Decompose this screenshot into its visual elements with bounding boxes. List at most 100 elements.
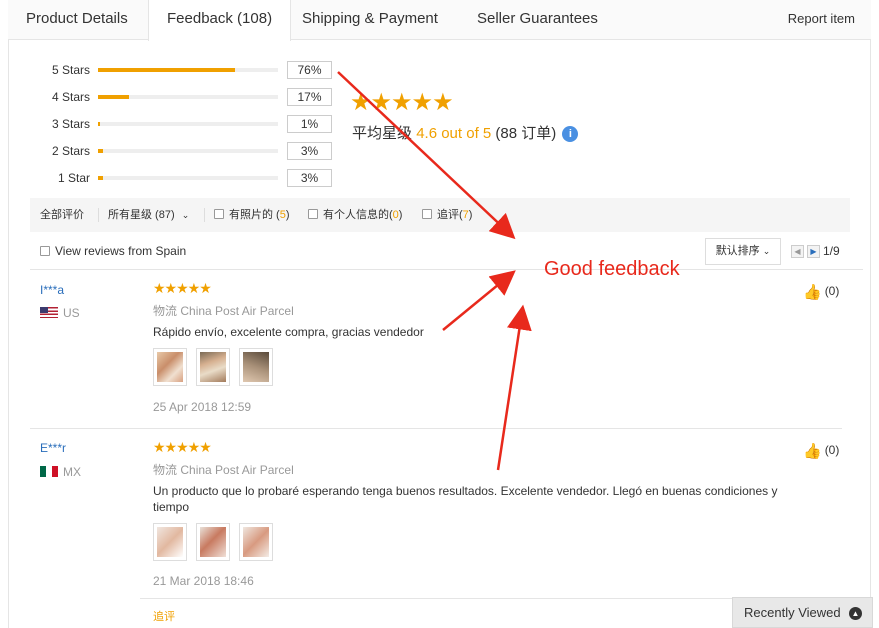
review-photo-thumbnail[interactable] (239, 348, 273, 386)
product-photo-image (157, 352, 183, 382)
average-rating-orders: (88 订单) (495, 125, 557, 142)
average-rating-stars-icon: ★★★★★ (350, 89, 454, 116)
follow-up-label: 追评 (153, 611, 175, 623)
filter-all-stars-dropdown[interactable]: 所有星级 (87) ⌄ (108, 198, 189, 232)
filter-personal-info[interactable]: 有个人信息的(0) (308, 198, 402, 232)
product-photo-image (200, 352, 226, 382)
reviewer-name[interactable]: E***r (40, 441, 66, 455)
filter-with-photos-count: 5 (279, 209, 286, 221)
helpful-button[interactable]: 👍 (0) (803, 442, 839, 460)
distribution-percent[interactable]: 3% (287, 142, 332, 160)
distribution-bar (98, 68, 278, 72)
logistics-value: China Post Air Parcel (180, 463, 294, 477)
checkbox[interactable] (308, 209, 318, 219)
sort-label: 默认排序 (715, 245, 760, 257)
distribution-bar (98, 122, 278, 126)
average-rating-label: 平均星级 (352, 125, 413, 142)
distribution-label: 3 Stars (51, 117, 90, 131)
review-text: Un producto que lo probaré esperando ten… (153, 484, 778, 514)
distribution-label: 2 Stars (51, 144, 90, 158)
average-rating-value: 4.6 out of 5 (416, 125, 492, 142)
divider (30, 269, 863, 270)
distribution-bar-fill (98, 176, 104, 180)
reviewer-country-code: MX (63, 465, 81, 479)
helpful-count: (0) (824, 284, 840, 298)
thumbs-up-icon: 👍 (803, 284, 822, 301)
filter-personal-info-count: 0 (392, 209, 399, 221)
pager-next-button[interactable]: ▶ (807, 245, 820, 258)
reviewer-country: MX (40, 465, 81, 479)
recently-viewed-label: Recently Viewed (744, 605, 841, 620)
filter-with-photos-label: 有照片的 (229, 209, 273, 221)
logistics-value: China Post Air Parcel (180, 304, 294, 318)
tab-shipping-payment[interactable]: Shipping & Payment (284, 0, 456, 40)
review-logistics: 物流 China Post Air Parcel (153, 461, 294, 478)
view-spain-option[interactable]: View reviews from Spain (40, 244, 186, 258)
review-stars-icon: ★★★★★ (153, 280, 212, 296)
distribution-bar-fill (98, 95, 129, 99)
helpful-button[interactable]: 👍 (0) (803, 283, 839, 301)
distribution-bar-fill (98, 68, 235, 72)
pager-text: 1/9 (823, 244, 840, 258)
distribution-label: 5 Stars (51, 63, 90, 77)
distribution-percent[interactable]: 3% (287, 169, 332, 187)
filter-with-photos[interactable]: 有照片的 (5) (214, 198, 290, 232)
divider (30, 428, 842, 429)
pager-prev-button[interactable]: ◀ (791, 245, 804, 258)
review-photo-thumbnail[interactable] (239, 523, 273, 561)
view-spain-label: View reviews from Spain (55, 244, 187, 258)
distribution-label: 1 Star (57, 171, 90, 185)
filter-personal-info-label: 有个人信息的 (323, 209, 389, 221)
divider (98, 208, 99, 222)
product-photo-image (157, 527, 183, 557)
distribution-bar (98, 95, 278, 99)
review-photo-thumbnail[interactable] (196, 348, 230, 386)
distribution-percent[interactable]: 76% (287, 61, 332, 79)
checkbox[interactable] (40, 246, 50, 256)
checkbox[interactable] (214, 209, 224, 219)
review-logistics: 物流 China Post Air Parcel (153, 302, 294, 319)
chevron-up-icon: ▲ (849, 607, 862, 620)
logistics-label: 物流 (153, 304, 178, 318)
checkbox[interactable] (422, 209, 432, 219)
filter-follow-up[interactable]: 追评(7) (422, 198, 472, 232)
chevron-down-icon: ⌄ (181, 210, 190, 220)
distribution-bar-fill (98, 122, 100, 126)
sort-dropdown[interactable]: 默认排序 ⌄ (705, 238, 781, 265)
filter-bar: 全部评价 所有星级 (87) ⌄ 有照片的 (5) 有个人信息的(0) 追评(7… (30, 198, 850, 232)
us-flag-icon (40, 307, 58, 318)
filter-follow-up-label: 追评 (437, 209, 459, 221)
recently-viewed-button[interactable]: Recently Viewed ▲ (732, 597, 873, 628)
tab-product-details[interactable]: Product Details (8, 0, 146, 40)
reviewer-country: US (40, 306, 80, 320)
filter-all-stars-label: 所有星级 (87) (108, 209, 175, 221)
review-date: 25 Apr 2018 12:59 (153, 400, 252, 414)
review-photo-thumbnail[interactable] (153, 348, 187, 386)
chevron-down-icon: ⌄ (762, 246, 771, 256)
logistics-label: 物流 (153, 463, 178, 477)
filter-all-reviews[interactable]: 全部评价 (40, 198, 84, 232)
review-text: Rápido envío, excelente compra, gracias … (153, 325, 424, 339)
info-icon[interactable]: i (562, 126, 579, 142)
product-photo-image (243, 527, 269, 557)
distribution-bar (98, 149, 278, 153)
review-date: 21 Mar 2018 18:46 (153, 574, 254, 588)
review-photo-thumbnail[interactable] (153, 523, 187, 561)
tab-bar: Product Details Feedback (108) Shipping … (8, 0, 871, 41)
mx-flag-icon (40, 466, 58, 477)
helpful-count: (0) (824, 443, 840, 457)
reviewer-name[interactable]: I***a (40, 283, 64, 297)
review-photo-thumbnail[interactable] (196, 523, 230, 561)
tab-feedback[interactable]: Feedback (108) (148, 0, 292, 41)
distribution-percent[interactable]: 1% (287, 115, 332, 133)
average-rating-line: 平均星级 4.6 out of 5 (88 订单) i (352, 122, 579, 143)
thumbs-up-icon: 👍 (803, 443, 822, 460)
distribution-label: 4 Stars (51, 90, 90, 104)
annotation-label: Good feedback (544, 258, 680, 280)
distribution-percent[interactable]: 17% (287, 88, 332, 106)
report-item-link[interactable]: Report item (788, 0, 855, 38)
reviewer-country-code: US (63, 306, 80, 320)
product-photo-image (243, 352, 269, 382)
tab-seller-guarantees[interactable]: Seller Guarantees (459, 0, 616, 40)
divider (204, 208, 205, 222)
